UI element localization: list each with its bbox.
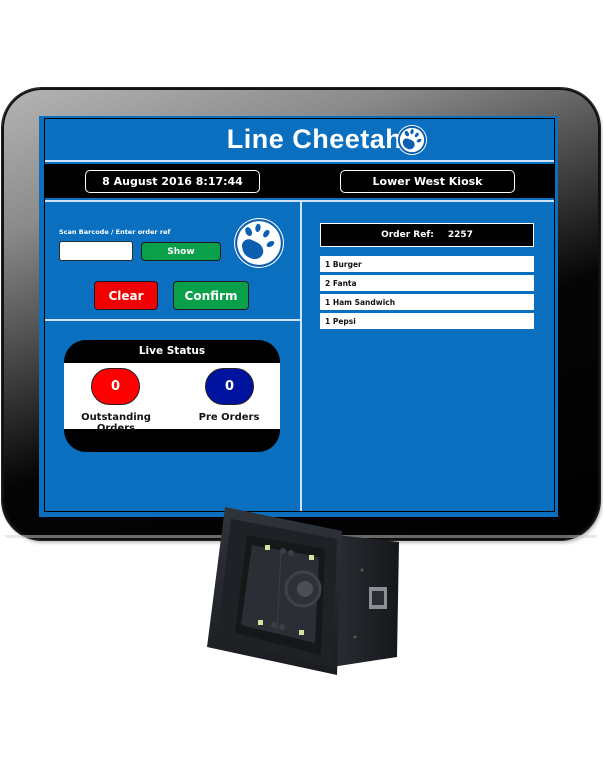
app-title: Line Cheetah [226, 124, 403, 154]
barcode-scanner-icon [207, 507, 399, 675]
confirm-button[interactable]: Confirm [173, 281, 249, 310]
order-item[interactable]: 1 Ham Sandwich [320, 294, 534, 310]
live-status-panel: Live Status 0 Outstanding Orders 0 Pre O… [64, 340, 280, 452]
order-item[interactable]: 1 Pepsi [320, 313, 534, 329]
order-ref-label: Order Ref: [381, 230, 434, 240]
pre-orders-label: Pre Orders [198, 412, 260, 423]
order-item[interactable]: 1 Burger [320, 256, 534, 272]
info-bar: 8 August 2016 8:17:44 Lower West Kiosk [45, 164, 554, 198]
paw-print-icon [234, 218, 284, 268]
clear-button[interactable]: Clear [94, 281, 158, 310]
divider [45, 319, 300, 321]
outstanding-orders-label: Outstanding Orders [81, 412, 151, 434]
order-item[interactable]: 2 Fanta [320, 275, 534, 291]
order-ref-header: Order Ref: 2257 [320, 223, 534, 247]
order-items-list: 1 Burger 2 Fanta 1 Ham Sandwich 1 Pepsi [320, 256, 534, 332]
paw-print-icon [396, 124, 428, 156]
screen-border: Line Cheetah 8 August 2016 8:17:44 Lower… [44, 118, 555, 512]
column-divider [300, 202, 302, 511]
app-screen: Line Cheetah 8 August 2016 8:17:44 Lower… [39, 116, 558, 517]
scan-label: Scan Barcode / Enter order ref [59, 228, 171, 236]
outstanding-orders-count: 0 [91, 368, 140, 405]
title-bar: Line Cheetah [45, 119, 554, 160]
datetime-display: 8 August 2016 8:17:44 [85, 170, 260, 193]
divider [45, 160, 554, 162]
live-status-title: Live Status [138, 345, 206, 357]
pre-orders-count: 0 [205, 368, 254, 405]
location-display: Lower West Kiosk [340, 170, 515, 193]
order-ref-input[interactable] [59, 241, 133, 261]
show-button[interactable]: Show [141, 242, 221, 261]
live-status-body: 0 Outstanding Orders 0 Pre Orders [64, 363, 280, 434]
order-ref-value: 2257 [447, 230, 473, 240]
